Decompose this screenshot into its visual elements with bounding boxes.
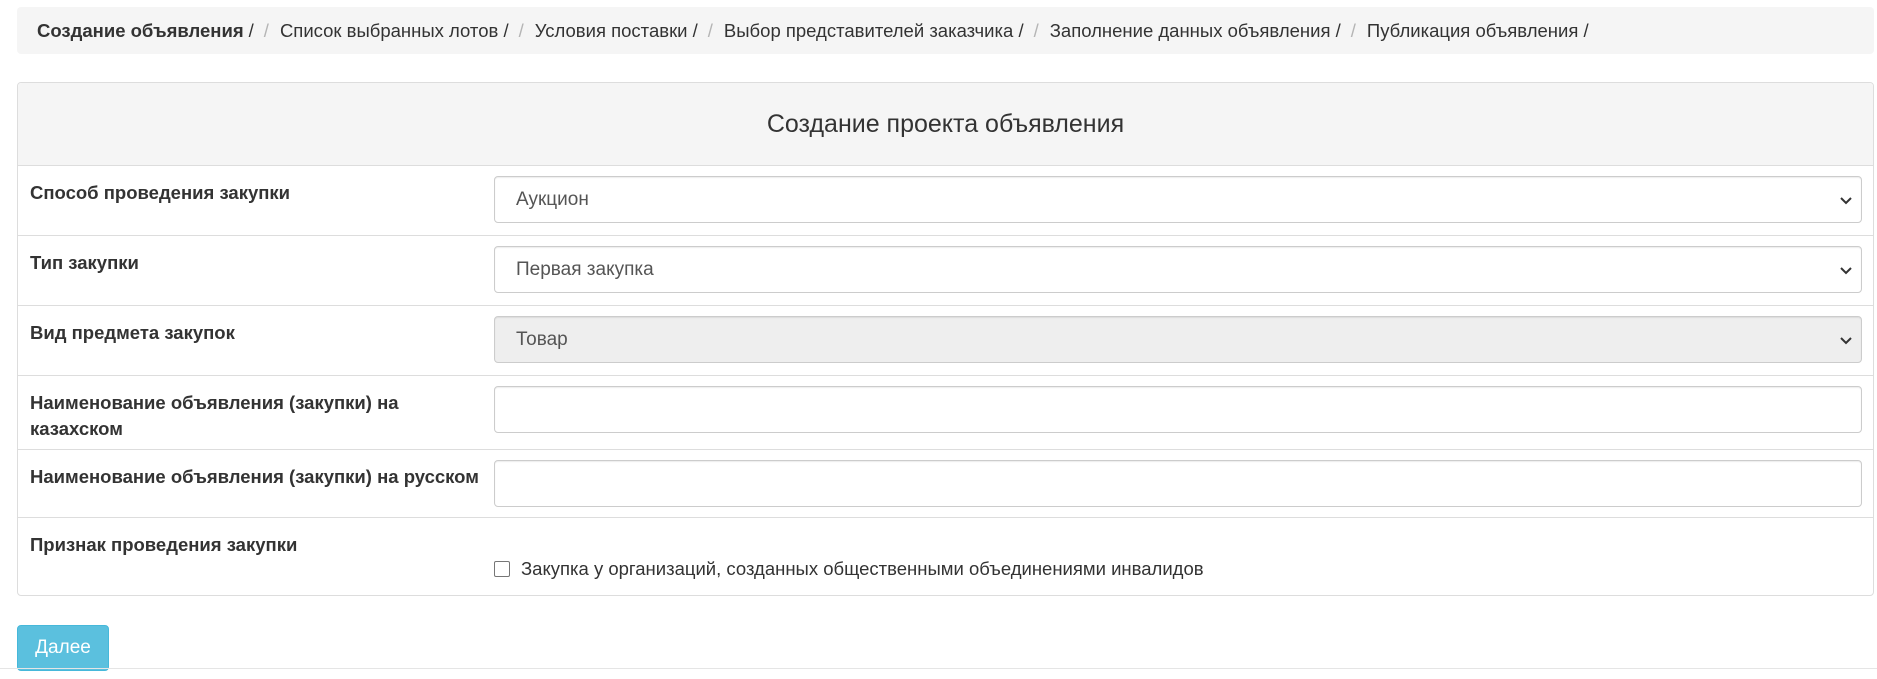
next-button[interactable]: Далее [17,625,109,671]
breadcrumb-separator: / [1350,19,1356,41]
disabled-org-checkbox-line[interactable]: Закупка у организаций, созданных обществ… [494,528,1862,580]
breadcrumb-item-trail: / [248,19,254,41]
page: Создание объявления / / Список выбранных… [0,0,1877,679]
subject-kind-select: Товар [494,316,1862,363]
breadcrumb-item-label: Создание объявления [37,19,244,41]
purchase-type-select-value: Первая закупка [516,258,654,280]
subject-kind-label: Вид предмета закупок [30,322,235,343]
sign-label: Признак проведения закупки [30,534,298,555]
breadcrumb-separator: / [1033,19,1039,41]
bottom-divider [0,668,1877,669]
breadcrumb-separator: / [518,19,524,41]
breadcrumb-item-selected-lots[interactable]: Список выбранных лотов / [280,20,509,42]
disabled-org-checkbox-label: Закупка у организаций, созданных обществ… [521,558,1204,579]
subject-kind-control: Товар [494,306,1873,375]
disabled-org-checkbox[interactable] [494,561,510,577]
name-ru-control [494,450,1873,517]
breadcrumb-separator: / [707,19,713,41]
breadcrumb-item-fill-data[interactable]: Заполнение данных объявления / [1050,20,1341,42]
form-row-name-kz: Наименование объявления (закупки) на каз… [18,376,1873,450]
chevron-down-icon [1840,196,1852,204]
breadcrumb-item-customer-representatives[interactable]: Выбор представителей заказчика / [724,20,1024,42]
name-ru-input[interactable] [494,460,1862,507]
form-row-sign: Признак проведения закупки Закупка у орг… [18,518,1873,595]
sign-control: Закупка у организаций, созданных обществ… [494,518,1873,595]
breadcrumb-item-publication[interactable]: Публикация объявления / [1367,20,1589,42]
subject-kind-select-value: Товар [516,328,568,350]
form-row-name-ru: Наименование объявления (закупки) на рус… [18,450,1873,518]
breadcrumb-item-create-announcement[interactable]: Создание объявления / [37,20,254,42]
method-select[interactable]: Аукцион [494,176,1862,223]
name-kz-control [494,376,1873,449]
chevron-down-icon [1840,266,1852,274]
method-select-value: Аукцион [516,188,589,210]
name-kz-input[interactable] [494,386,1862,433]
purchase-type-select[interactable]: Первая закупка [494,246,1862,293]
method-control: Аукцион [494,166,1873,235]
form-row-purchase-type: Тип закупки Первая закупка [18,236,1873,306]
breadcrumb: Создание объявления / / Список выбранных… [17,7,1874,54]
name-ru-label: Наименование объявления (закупки) на рус… [30,466,479,487]
purchase-type-control: Первая закупка [494,236,1873,305]
breadcrumb-separator: / [263,19,269,41]
breadcrumb-item-delivery-terms[interactable]: Условия поставки / [535,20,698,42]
form-row-subject-kind: Вид предмета закупок Товар [18,306,1873,376]
method-label: Способ проведения закупки [30,182,291,203]
form-row-method: Способ проведения закупки Аукцион [18,166,1873,236]
purchase-type-label: Тип закупки [30,252,139,273]
name-kz-label: Наименование объявления (закупки) на каз… [30,392,399,439]
panel-title: Создание проекта объявления [18,83,1873,166]
announcement-form-panel: Создание проекта объявления Способ прове… [17,82,1874,596]
chevron-down-icon [1840,336,1852,344]
